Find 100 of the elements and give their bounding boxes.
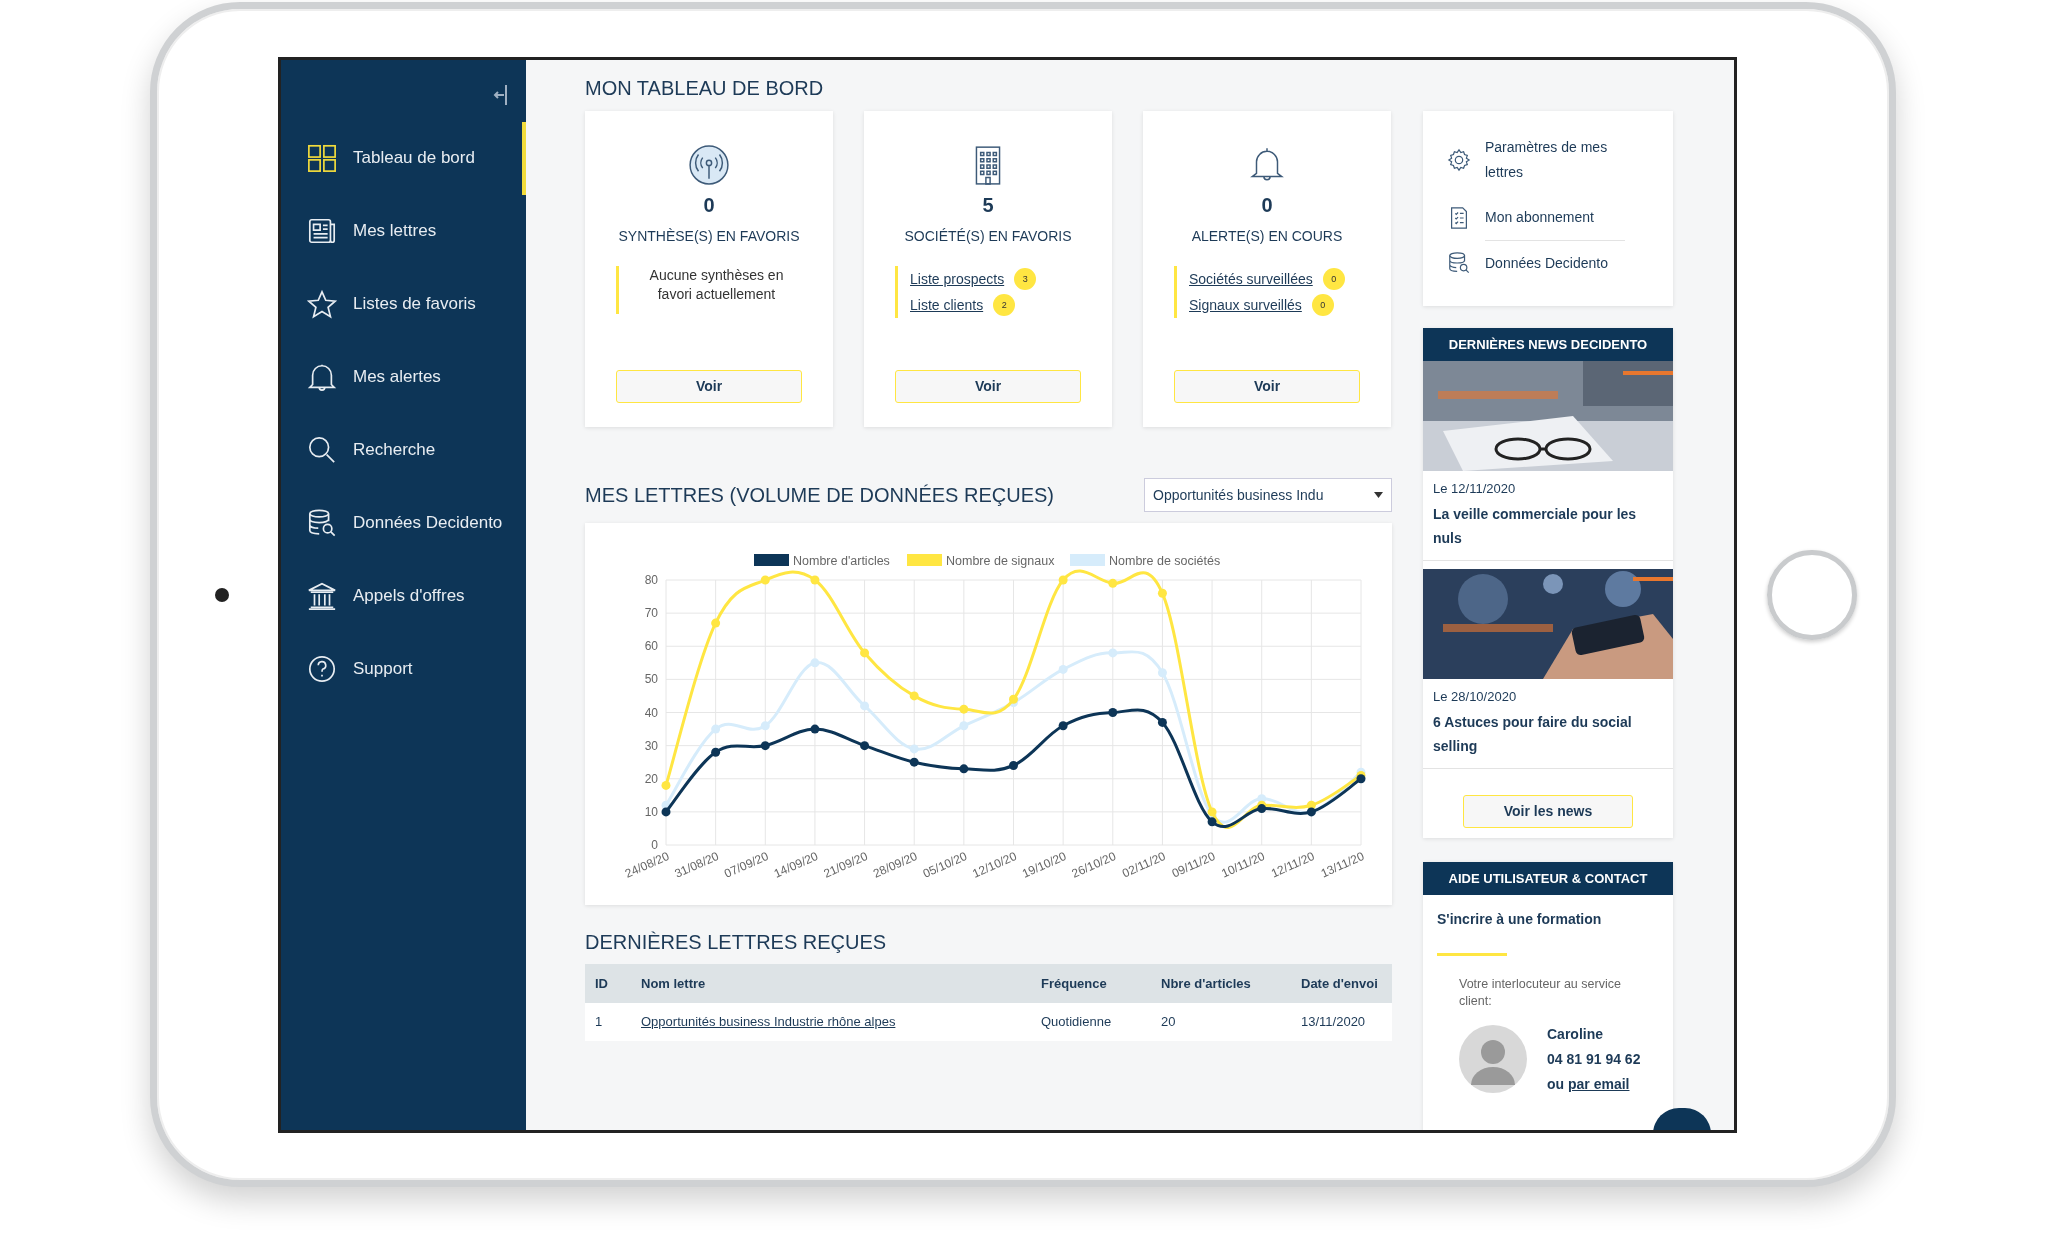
table-cell: 13/11/2020	[1291, 1002, 1392, 1041]
data-point	[1009, 760, 1018, 770]
database-search-icon	[1447, 251, 1471, 275]
column-header: Date d'envoi	[1291, 963, 1392, 1003]
sidebar-item[interactable]: Appels d'offres	[281, 559, 526, 633]
list-link[interactable]: Signaux surveillés	[1189, 296, 1302, 313]
search-icon	[307, 435, 337, 465]
table-cell: Quotidienne	[1031, 1002, 1151, 1041]
data-point	[1207, 816, 1217, 826]
data-point	[1058, 720, 1068, 730]
shortcut-link[interactable]: Données Decidento	[1447, 240, 1659, 286]
column-header: Nom lettre	[631, 963, 1031, 1003]
legend-swatch	[907, 553, 942, 566]
contact-phone: 04 81 91 94 62	[1547, 1049, 1641, 1069]
legend-label: Nombre d'articles	[793, 553, 890, 568]
count-badge: 2	[993, 293, 1016, 316]
shortcut-link[interactable]: Paramètres de mes lettres	[1447, 124, 1659, 195]
training-link[interactable]: S'incrire à une formation	[1423, 894, 1673, 927]
list-link[interactable]: Liste prospects	[910, 270, 1005, 287]
database-search-icon	[307, 508, 337, 538]
sidebar-item[interactable]: Mes alertes	[281, 340, 526, 414]
stat-label: SYNTHÈSE(S) EN FAVORIS	[618, 227, 800, 244]
column-header: ID	[585, 963, 631, 1003]
view-button[interactable]: Voir	[895, 369, 1081, 403]
sidebar-item[interactable]: Mes lettres	[281, 194, 526, 268]
data-point	[1108, 578, 1118, 588]
data-point	[909, 757, 919, 767]
column-header: Nbre d'articles	[1151, 963, 1291, 1003]
data-point	[860, 740, 870, 750]
data-point	[711, 724, 721, 734]
help-icon	[307, 654, 337, 684]
sidebar-item[interactable]: Tableau de bord	[281, 121, 526, 195]
data-point	[661, 806, 671, 816]
data-point	[760, 575, 770, 584]
data-point	[810, 724, 820, 734]
data-point	[959, 720, 969, 730]
data-point	[860, 700, 870, 710]
view-button[interactable]: Voir	[1174, 369, 1360, 403]
y-tick-label: 60	[644, 638, 658, 653]
contact-name: Caroline	[1547, 1024, 1604, 1044]
data-point	[1157, 717, 1167, 727]
table-cell: 1	[585, 1002, 631, 1041]
sidebar-item[interactable]: Recherche	[281, 413, 526, 487]
news-date: Le 12/11/2020	[1433, 480, 1517, 496]
count-badge: 3	[1014, 267, 1037, 290]
data-point	[1058, 575, 1068, 584]
y-tick-label: 70	[644, 605, 658, 620]
data-point	[711, 618, 721, 628]
sidebar-item[interactable]: Données Decidento	[281, 486, 526, 560]
count-badge: 0	[1311, 293, 1334, 316]
stat-count: 0	[1261, 193, 1273, 217]
avatar-icon	[1459, 1025, 1527, 1093]
data-point	[1257, 793, 1267, 803]
data-point	[1108, 707, 1118, 717]
legend-label: Nombre de signaux	[946, 553, 1055, 568]
legend-swatch	[754, 553, 789, 566]
panel-header: DERNIÈRES NEWS DECIDENTO	[1423, 327, 1673, 361]
sidebar-item[interactable]: Support	[281, 632, 526, 706]
table-cell: 20	[1151, 1002, 1291, 1041]
column-header: Fréquence	[1031, 963, 1151, 1003]
y-tick-label: 40	[644, 705, 658, 719]
news-date: Le 28/10/2020	[1433, 688, 1518, 704]
grid-icon	[307, 143, 337, 173]
data-point	[810, 575, 820, 584]
columns-building-icon	[307, 581, 337, 611]
caret-icon	[1374, 491, 1383, 498]
collapse-icon[interactable]	[493, 83, 509, 106]
data-point	[1157, 588, 1167, 598]
section-title: DERNIÈRES LETTRES REÇUES	[585, 929, 888, 954]
settings-icon	[1447, 147, 1471, 172]
y-tick-label: 0	[651, 837, 658, 852]
stat-label: SOCIÉTÉ(S) EN FAVORIS	[904, 227, 1072, 244]
list-link[interactable]: Liste clients	[910, 296, 984, 313]
shortcut-link[interactable]: Mon abonnement	[1447, 194, 1659, 241]
contact-intro: Votre interlocuteur au service client:	[1459, 975, 1622, 1010]
news-title-link[interactable]: 6 Astuces pour faire du social selling	[1433, 709, 1663, 758]
data-point	[909, 743, 919, 753]
data-point	[959, 704, 969, 714]
email-link[interactable]: par email	[1568, 1075, 1630, 1092]
newspaper-icon	[307, 216, 337, 246]
stat-label: ALERTE(S) EN COURS	[1191, 227, 1343, 244]
data-point	[711, 747, 721, 757]
data-point	[860, 647, 870, 657]
view-button[interactable]: Voir	[616, 369, 802, 403]
news-button[interactable]: Voir les news	[1463, 794, 1633, 828]
y-tick-label: 10	[644, 804, 658, 819]
news-title-link[interactable]: La veille commerciale pour les nuls	[1433, 501, 1663, 550]
y-tick-label: 20	[644, 771, 658, 786]
data-point	[959, 763, 969, 773]
camera-icon	[215, 587, 229, 602]
legend-swatch	[1070, 553, 1105, 566]
legend-label: Nombre de sociétés	[1109, 553, 1221, 568]
sidebar-item[interactable]: Listes de favoris	[281, 267, 526, 341]
data-point	[1009, 694, 1018, 704]
data-point	[661, 780, 671, 790]
data-point	[1108, 647, 1118, 657]
letter-dropdown[interactable]: Opportunités business Indu	[1144, 477, 1392, 512]
list-link[interactable]: Sociétés surveillées	[1189, 270, 1313, 287]
star-icon	[307, 289, 337, 319]
data-point	[1058, 664, 1068, 674]
